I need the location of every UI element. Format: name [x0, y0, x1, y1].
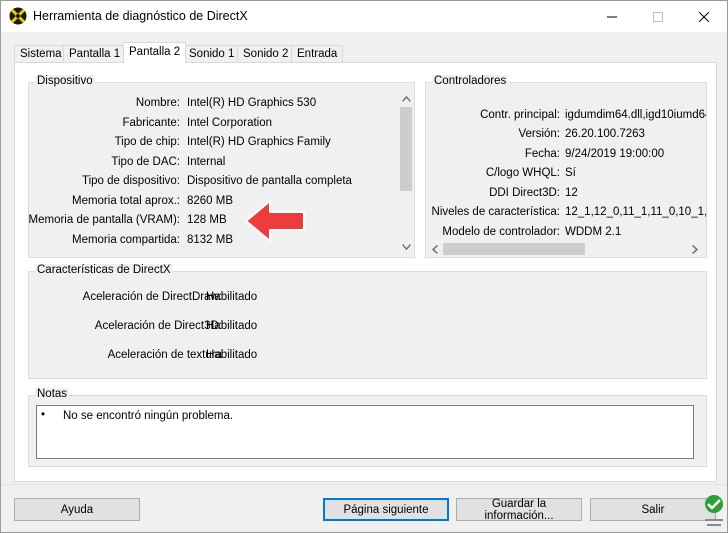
device-scroll-thumb[interactable]: [400, 107, 412, 191]
driver-label-fecha: Fecha:: [524, 148, 560, 160]
maximize-button[interactable]: [635, 1, 681, 32]
minimize-button[interactable]: [589, 1, 635, 32]
device-value-fabricante: Intel Corporation: [187, 117, 273, 129]
tab-pantalla-2[interactable]: Pantalla 2: [123, 42, 187, 63]
tab-entrada[interactable]: Entrada: [291, 45, 344, 63]
features-group: Características de DirectX Aceleración d…: [28, 264, 707, 379]
drivers-info-list: Contr. principal: igdumdim64.dll,igd10iu…: [426, 91, 706, 241]
driver-label-version: Versión:: [518, 128, 560, 140]
notes-group-title: Notas: [35, 388, 70, 400]
scroll-down-arrow-icon[interactable]: [400, 241, 412, 253]
feature-label-directdraw: Aceleración de DirectDraw:: [82, 291, 222, 303]
drivers-group: Controladores Contr. principal: igdumdim…: [425, 75, 707, 258]
notes-item: No se encontró ningún problema.: [63, 410, 234, 422]
driver-label-principal: Contr. principal:: [480, 109, 560, 121]
device-label-vram: Memoria de pantalla (VRAM):: [29, 214, 180, 226]
driver-label-whql: C/logo WHQL:: [485, 167, 560, 179]
device-group-title: Dispositivo: [35, 75, 95, 87]
drivers-horizontal-scrollbar[interactable]: [427, 241, 705, 257]
driver-value-whql: Sí: [565, 167, 576, 179]
device-value-vram: 128 MB: [187, 214, 227, 226]
driver-value-niveles: 12_1,12_0,11_1,11_0,10_1,: [565, 206, 706, 218]
device-value-memoria-total: 8260 MB: [187, 195, 234, 207]
device-value-tipo-dac: Internal: [187, 156, 226, 168]
device-label-memoria-total: Memoria total aprox.:: [71, 195, 180, 207]
features-group-title: Características de DirectX: [35, 264, 173, 276]
tab-sistema[interactable]: Sistema: [14, 45, 68, 63]
driver-value-version: 26.20.100.7263: [565, 128, 645, 140]
bullet-icon: •: [41, 409, 46, 421]
device-group: Dispositivo Nombre: Intel(R) HD Graphics…: [28, 75, 415, 258]
directx-diagnostic-window: Herramienta de diagnóstico de DirectX Si…: [0, 0, 728, 533]
notes-textbox[interactable]: • No se encontró ningún problema.: [36, 405, 694, 459]
device-label-fabricante: Fabricante:: [122, 117, 180, 129]
feature-value-textura: Habilitado: [206, 349, 258, 361]
driver-value-ddi: 12: [565, 187, 578, 199]
device-label-tipo-chip: Tipo de chip:: [114, 136, 180, 148]
device-label-nombre: Nombre:: [135, 97, 180, 109]
device-value-tipo-chip: Intel(R) HD Graphics Family: [187, 136, 331, 148]
footer-separator: [1, 484, 727, 485]
title-bar[interactable]: Herramienta de diagnóstico de DirectX: [1, 1, 727, 32]
driver-value-principal: igdumdim64.dll,igd10iumd64.: [565, 109, 706, 121]
tab-sonido-2[interactable]: Sonido 2: [237, 45, 295, 63]
scroll-up-arrow-icon[interactable]: [400, 93, 412, 105]
close-button[interactable]: [681, 1, 727, 32]
next-page-button[interactable]: Página siguiente: [323, 498, 449, 521]
save-information-button[interactable]: Guardar la información...: [456, 498, 582, 522]
site-logo-icon: [701, 494, 727, 530]
device-info-list: Nombre: Intel(R) HD Graphics 530 Fabrica…: [29, 91, 397, 251]
driver-value-modelo: WDDM 2.1: [565, 226, 622, 238]
feature-value-direct3d: Habilitado: [206, 320, 258, 332]
device-value-nombre: Intel(R) HD Graphics 530: [187, 97, 317, 109]
device-label-tipo-dispositivo: Tipo de dispositivo:: [81, 175, 180, 187]
driver-label-modelo: Modelo de controlador:: [442, 226, 560, 238]
feature-label-textura: Aceleración de textura: [107, 349, 222, 361]
device-value-memoria-compartida: 8132 MB: [187, 234, 234, 246]
exit-button[interactable]: Salir: [590, 498, 716, 521]
scroll-left-arrow-icon[interactable]: [429, 243, 441, 255]
device-vertical-scrollbar[interactable]: [398, 91, 414, 257]
feature-label-direct3d: Aceleración de Direct3D:: [94, 320, 222, 332]
device-label-memoria-compartida: Memoria compartida:: [71, 234, 180, 246]
drivers-group-title: Controladores: [432, 75, 509, 87]
feature-value-directdraw: Habilitado: [206, 291, 258, 303]
drivers-scroll-thumb[interactable]: [443, 243, 585, 255]
tab-pantalla-1[interactable]: Pantalla 1: [63, 45, 127, 63]
driver-value-fecha: 9/24/2019 19:00:00: [565, 148, 665, 160]
driver-label-ddi: DDI Direct3D:: [489, 187, 560, 199]
tab-sonido-1[interactable]: Sonido 1: [183, 45, 241, 63]
help-button[interactable]: Ayuda: [14, 498, 140, 521]
window-title: Herramienta de diagnóstico de DirectX: [33, 9, 248, 23]
driver-label-niveles: Niveles de característica:: [431, 206, 560, 218]
directx-app-icon: [9, 7, 27, 25]
scroll-right-arrow-icon[interactable]: [689, 243, 701, 255]
annotation-arrow-icon: [244, 198, 306, 244]
device-label-tipo-dac: Tipo de DAC:: [111, 156, 180, 168]
device-value-tipo-dispositivo: Dispositivo de pantalla completa: [187, 175, 352, 187]
